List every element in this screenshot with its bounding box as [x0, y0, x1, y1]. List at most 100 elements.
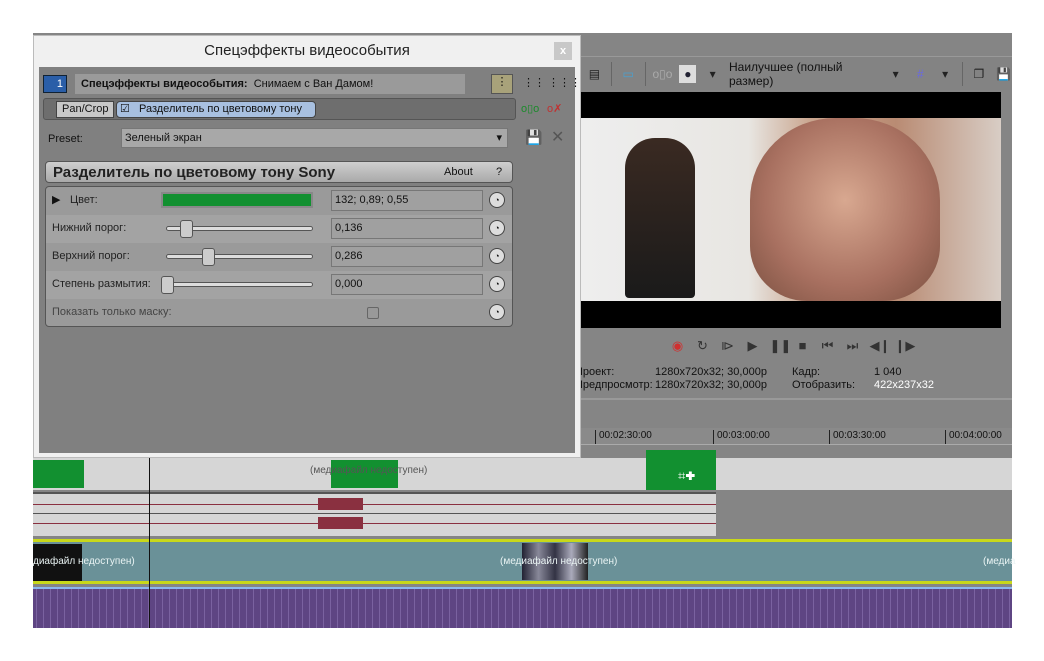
audio-track-2[interactable]	[33, 587, 1012, 628]
chevron-down-icon: ▾	[496, 132, 502, 144]
timeline-ruler[interactable]: 00:02:30:00 00:03:00:00 00:03:30:00 00:0…	[580, 428, 1012, 445]
audio-track-1[interactable]	[33, 492, 716, 536]
preview-toolbar: ▤ ▭ o▯o ● ▾ Наилучшее (полный размер) ▾ …	[580, 56, 1012, 90]
face	[750, 118, 940, 301]
video-track-2[interactable]: диафайл недоступен) (медиафайл недоступе…	[33, 539, 1016, 584]
ruler-tick: 00:03:00:00	[713, 430, 770, 444]
chevron-down-icon[interactable]: ▾	[937, 65, 954, 83]
crop-icon[interactable]: ⌗✚	[678, 468, 695, 484]
info-label: Кадр:	[792, 366, 821, 378]
green-clip[interactable]	[33, 460, 84, 488]
param-label: Цвет:	[70, 194, 98, 206]
delete-preset-icon[interactable]: ✕	[551, 127, 564, 147]
blur-slider[interactable]	[161, 276, 313, 294]
go-to-end-icon[interactable]: ⏭	[845, 338, 861, 354]
transport-controls: ◉ ↻ ⧐ ▶ ❚❚ ■ ⏮ ⏭ ◀❙ ❙▶	[580, 338, 1000, 358]
play-icon[interactable]: ▶	[745, 338, 761, 354]
info-value: 422x237x32	[874, 379, 934, 391]
audio-waveform	[33, 504, 716, 505]
layout-triple-icon[interactable]: ⋮⋮⋮	[548, 76, 581, 89]
save-snapshot-icon[interactable]: 💾	[995, 65, 1012, 83]
low-threshold-field[interactable]: 0,136	[331, 218, 483, 239]
fx-chain-item-pan-crop[interactable]: Pan/Crop	[56, 101, 115, 118]
fx-chain-icon[interactable]: o▯o	[652, 65, 672, 83]
dialog-title: Спецэффекты видеособытия	[204, 42, 410, 59]
grid-icon[interactable]: #	[912, 65, 929, 83]
keyframe-icon[interactable]: ◔	[489, 304, 505, 320]
blur-field[interactable]: 0,000	[331, 274, 483, 295]
param-label: Степень размытия:	[52, 278, 151, 290]
param-mask-only: Показать только маску: ◔	[46, 299, 512, 326]
high-threshold-slider[interactable]	[166, 248, 313, 266]
keyframe-icon[interactable]: ◔	[489, 276, 505, 292]
play-from-start-icon[interactable]: ⧐	[720, 338, 736, 354]
low-threshold-slider[interactable]	[166, 220, 313, 238]
video-track-1[interactable]: (медиафайл недоступен) ⌗✚	[33, 450, 1012, 490]
external-monitor-icon[interactable]: ▭	[620, 65, 637, 83]
remove-fx-icon[interactable]: o✗	[547, 102, 562, 115]
preview-properties-icon[interactable]: ▤	[586, 65, 603, 83]
pause-icon[interactable]: ❚❚	[770, 338, 792, 354]
color-swatch[interactable]	[161, 192, 313, 208]
playhead-cursor[interactable]	[149, 458, 150, 628]
keyframe-icon[interactable]: ◔	[489, 220, 505, 236]
info-label: Предпросмотр:	[575, 379, 653, 391]
param-color: ▶ Цвет: 132; 0,89; 0,55 ◔	[46, 187, 512, 215]
layout-single-icon[interactable]: ⋮	[491, 74, 513, 94]
expand-arrow-icon[interactable]: ▶	[52, 193, 60, 206]
preview-quality-dropdown[interactable]: Наилучшее (полный размер)	[729, 60, 879, 88]
param-low-threshold: Нижний порог: 0,136 ◔	[46, 215, 512, 243]
dialog-body: 1 Спецэффекты видеособытия: Снимаем с Ва…	[39, 67, 581, 453]
preset-dropdown[interactable]: Зеленый экран ▾	[121, 128, 508, 148]
divider	[580, 398, 1012, 400]
record-icon[interactable]: ◉	[670, 338, 686, 354]
go-to-start-icon[interactable]: ⏮	[820, 338, 836, 354]
chevron-down-icon[interactable]: ▾	[887, 65, 904, 83]
video-event-fx-dialog: Спецэффекты видеособытия x 1 Спецэффекты…	[33, 35, 581, 458]
help-button[interactable]: ?	[496, 166, 502, 178]
fx-header: 1 Спецэффекты видеособытия: Снимаем с Ва…	[43, 74, 581, 96]
param-blur: Степень размытия: 0,000 ◔	[46, 271, 512, 299]
color-value-field[interactable]: 132; 0,89; 0,55	[331, 190, 483, 211]
stop-icon[interactable]: ■	[795, 338, 811, 354]
preset-value: Зеленый экран	[125, 132, 202, 144]
media-missing-label: (медиафайл недоступен)	[500, 556, 618, 567]
header-label: Спецэффекты видеособытия:	[81, 78, 248, 90]
plugin-title: Разделитель по цветовому тону Sony	[53, 164, 336, 181]
next-frame-icon[interactable]: ❙▶	[895, 338, 916, 354]
info-label: Отобразить:	[792, 379, 856, 391]
fx-chain: Pan/Crop ☑ Разделитель по цветовому тону	[43, 98, 516, 120]
info-label: Проект:	[575, 366, 615, 378]
split-screen-icon[interactable]: ●	[679, 64, 697, 83]
slider-thumb[interactable]	[180, 220, 193, 238]
keyed-figure	[625, 138, 695, 298]
media-missing-label: (медиа	[983, 556, 1016, 567]
slider-thumb[interactable]	[202, 248, 215, 266]
copy-snapshot-icon[interactable]: ❐	[970, 65, 987, 83]
previous-frame-icon[interactable]: ◀❙	[870, 338, 891, 354]
add-fx-icon[interactable]: o▯o	[521, 102, 539, 115]
plugin-header: Разделитель по цветовому тону Sony About…	[45, 161, 513, 183]
parameters-panel: ▶ Цвет: 132; 0,89; 0,55 ◔ Нижний порог: …	[45, 186, 513, 327]
close-button[interactable]: x	[554, 42, 572, 60]
fx-name: Разделитель по цветовому тону	[139, 103, 302, 115]
fx-chain-item-chroma-keyer[interactable]: ☑ Разделитель по цветовому тону	[116, 101, 316, 118]
info-value: 1 040	[874, 366, 902, 378]
chevron-down-icon[interactable]: ▾	[704, 65, 721, 83]
about-button[interactable]: About	[444, 166, 473, 178]
preview-info: Проект: 1280x720x32; 30,000p Кадр: 1 040 Пр…	[575, 366, 995, 392]
loop-icon[interactable]: ↻	[695, 338, 711, 354]
checkbox-checked-icon[interactable]: ☑	[120, 102, 130, 117]
preset-label: Preset:	[48, 133, 83, 145]
media-missing-label: диафайл недоступен)	[33, 556, 135, 567]
save-preset-icon[interactable]: 💾	[525, 129, 542, 146]
high-threshold-field[interactable]: 0,286	[331, 246, 483, 267]
mask-only-checkbox[interactable]	[367, 307, 379, 319]
track-badge: 1	[43, 75, 67, 93]
param-label: Верхний порог:	[52, 250, 130, 262]
layout-double-icon[interactable]: ⋮⋮	[523, 76, 545, 89]
info-value: 1280x720x32; 30,000p	[655, 379, 767, 391]
keyframe-icon[interactable]: ◔	[489, 248, 505, 264]
slider-thumb[interactable]	[161, 276, 174, 294]
keyframe-icon[interactable]: ◔	[489, 192, 505, 208]
